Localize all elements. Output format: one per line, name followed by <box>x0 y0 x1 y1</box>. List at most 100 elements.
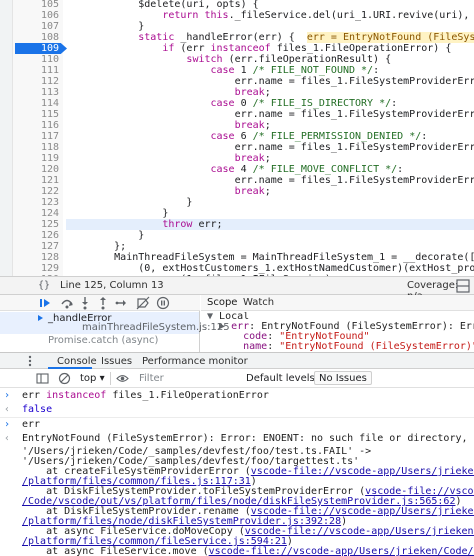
code-line: case 1 /* FILE_NOT_FOUND */: <box>210 65 380 76</box>
code-line: MainThreadFileSystem = MainThreadFileSys… <box>66 252 474 263</box>
issues-badge[interactable]: No Issues <box>314 371 372 385</box>
message-text: EntryNotFound (FileSystemError): Error: … <box>22 433 474 444</box>
tab-scope[interactable]: Scope <box>207 297 237 308</box>
input-chevron-icon: › <box>4 390 11 401</box>
code-line: if (err instanceof files_1.FileOperation… <box>162 43 452 54</box>
line-number[interactable]: 126 <box>15 230 59 241</box>
toolbar-divider <box>110 372 111 385</box>
async-label: Promise.catch (async) <box>48 335 159 346</box>
line-number[interactable]: 105 <box>15 0 59 10</box>
pause-on-exceptions-icon[interactable] <box>156 296 170 310</box>
pretty-print-button[interactable]: {} <box>38 280 50 291</box>
tab-watch[interactable]: Watch <box>243 297 274 308</box>
code-line: return this._fileService.del(uri_1.URI.r… <box>162 10 470 21</box>
line-number[interactable]: 114 <box>15 98 59 109</box>
line-number[interactable]: 118 <box>15 142 59 153</box>
code-line: } <box>66 208 169 219</box>
tab-console[interactable]: Console <box>57 356 97 367</box>
line-number-gutter[interactable]: 105 106 107 108 109 110 111 112 113 114 115 116 117 1… <box>13 0 67 276</box>
result-chevron-icon: ‹ <box>4 404 11 415</box>
coverage-icon[interactable] <box>456 279 470 293</box>
line-number[interactable]: 106 <box>15 10 59 21</box>
line-number[interactable]: 120 <box>15 164 59 175</box>
drawer-tab-bar: Console Issues Performance monitor <box>0 352 474 369</box>
line-number[interactable]: 128 <box>15 252 59 263</box>
source-editor[interactable]: 105 106 107 108 109 110 111 112 113 114 115 116 117 1… <box>0 0 474 276</box>
current-frame-arrow-icon <box>38 315 44 321</box>
step-over-icon[interactable] <box>60 296 74 310</box>
step-out-icon[interactable] <box>96 296 110 310</box>
code-line: switch (err.fileOperationResult) { <box>186 54 392 65</box>
deactivate-breakpoints-icon[interactable] <box>136 296 150 310</box>
navigator-collapsed-strip <box>0 0 13 276</box>
line-number[interactable]: 117 <box>15 131 59 142</box>
message-divider <box>0 417 474 418</box>
step-into-icon[interactable] <box>78 296 92 310</box>
code-area[interactable]: $delete(uri, opts) { return this._fileSe… <box>66 0 474 276</box>
debugger-pane: _handleError mainThreadFileSystem.js:125… <box>0 295 474 352</box>
code-line: } <box>66 230 145 241</box>
sidebar-toggle-icon[interactable] <box>36 372 49 385</box>
console-output[interactable]: › err instanceof files_1.FileOperationErr… <box>0 389 474 556</box>
console-filter-input[interactable]: Filter <box>136 371 236 386</box>
code-line: break; <box>234 87 271 98</box>
console-toolbar: top ▾ Filter Default levels ▾ No Issues <box>0 369 474 388</box>
resume-icon[interactable] <box>38 296 52 310</box>
message-text: err <box>22 419 41 430</box>
debugger-toolbar <box>0 295 200 311</box>
line-number[interactable]: 115 <box>15 109 59 120</box>
line-number[interactable]: 129 <box>15 263 59 274</box>
line-number[interactable]: 119 <box>15 153 59 164</box>
execution-context-select[interactable]: top ▾ <box>80 373 105 384</box>
line-number[interactable]: 125 <box>15 219 59 230</box>
code-line: (0, extHostCustomers_1.extHostNamedCusto… <box>138 263 474 274</box>
tab-issues[interactable]: Issues <box>101 356 132 367</box>
code-line: err.name = files_1.FileSystemProviderErr… <box>234 109 474 120</box>
line-number[interactable]: 124 <box>15 208 59 219</box>
code-line: break; <box>234 186 271 197</box>
code-line: } <box>66 21 145 32</box>
cursor-position: Line 125, Column 13 <box>60 280 164 291</box>
line-number[interactable]: 122 <box>15 186 59 197</box>
tab-performance-monitor[interactable]: Performance monitor <box>142 356 248 367</box>
call-stack-pane: _handleError mainThreadFileSystem.js:125… <box>0 295 230 352</box>
breakpoint-line-number[interactable]: 109 <box>15 43 67 54</box>
message-text: at async FileService.move (vscode-file:/… <box>22 546 474 556</box>
call-frame-selected[interactable]: _handleError mainThreadFileSystem.js:125 <box>0 312 230 334</box>
live-expression-eye-icon[interactable] <box>116 372 129 385</box>
code-line: }; <box>66 241 127 252</box>
line-number[interactable]: 123 <box>15 197 59 208</box>
scope-tree[interactable]: ▼ Local ▶ err: EntryNotFound (FileSystem… <box>201 312 474 352</box>
result-chevron-icon: ‹ <box>4 433 11 444</box>
scope-pane: Scope Watch ▼ Local ▶ err: EntryNotFound… <box>201 295 474 352</box>
editor-status-bar: {} Line 125, Column 13 Coverage: n/a <box>0 276 474 302</box>
code-line: break; <box>234 153 271 164</box>
clear-console-icon[interactable] <box>58 372 71 385</box>
drawer-menu-icon[interactable] <box>24 354 36 368</box>
line-number[interactable]: 110 <box>15 54 59 65</box>
line-number[interactable]: 107 <box>15 21 59 32</box>
code-line: break; <box>234 120 271 131</box>
code-line: } <box>66 197 193 208</box>
code-line: err.name = files_1.FileSystemProviderErr… <box>234 142 474 153</box>
line-number[interactable]: 127 <box>15 241 59 252</box>
step-icon[interactable] <box>114 296 128 310</box>
line-number[interactable]: 121 <box>15 175 59 186</box>
async-separator: Promise.catch (async) <box>0 335 199 347</box>
code-line-current: throw err; <box>66 219 474 230</box>
log-levels-dropdown[interactable]: Default levels ▾ <box>246 373 323 384</box>
code-line: static _handleError(err) { err = EntryNo… <box>66 32 474 43</box>
line-number[interactable]: 108 <box>15 32 59 43</box>
line-number[interactable]: 112 <box>15 76 59 87</box>
code-line: case 6 /* FILE_PERMISSION_DENIED */: <box>210 131 428 142</box>
line-number[interactable]: 116 <box>15 120 59 131</box>
scope-item[interactable]: name: "EntryNotFound (FileSystemError)" <box>207 342 474 352</box>
line-number[interactable]: 111 <box>15 65 59 76</box>
input-chevron-icon: › <box>4 419 11 430</box>
code-line: case 0 /* FILE_IS_DIRECTORY */: <box>210 98 398 109</box>
line-number[interactable]: 113 <box>15 87 59 98</box>
code-line: err.name = files_1.FileSystemProviderErr… <box>234 76 474 87</box>
code-line: err.name = files_1.FileSystemProviderErr… <box>234 175 474 186</box>
message-text: false <box>22 404 53 415</box>
code-line: $delete(uri, opts) { <box>66 0 259 10</box>
